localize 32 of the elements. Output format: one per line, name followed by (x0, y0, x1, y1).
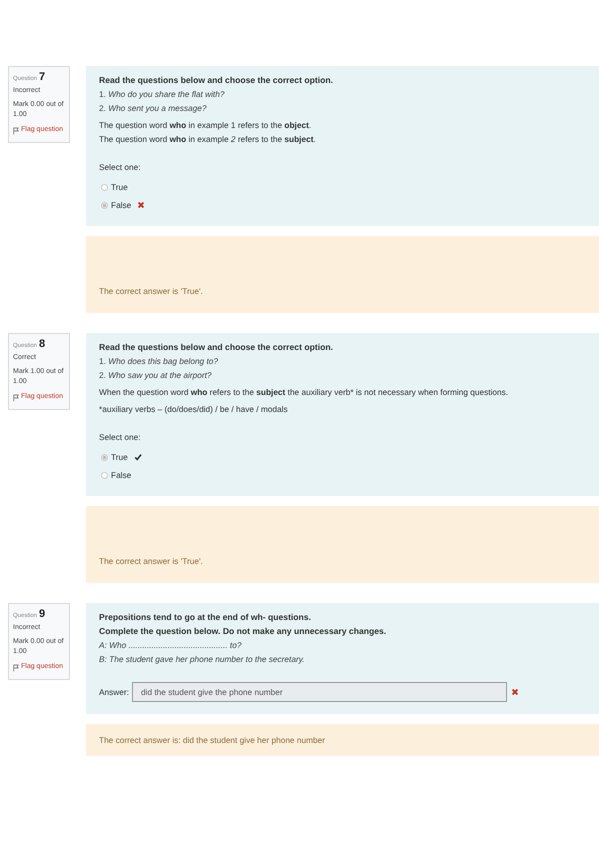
radio-button[interactable] (101, 472, 108, 478)
answer-label: Answer: (99, 687, 129, 697)
question-text: The question word who in example 1 refers to the object. (99, 120, 312, 130)
option-label: True (111, 452, 128, 462)
question-text: Read the questions below and choose the correct option. (99, 75, 334, 85)
question-text: A: Who ........................................... to? (99, 640, 242, 650)
flag-icon[interactable] (13, 126, 19, 135)
correct-answer-text: The correct answer is 'True'. (99, 286, 204, 296)
question-text: The question word who in example 2 refers to the subject. (99, 134, 317, 144)
radio-button[interactable] (101, 184, 108, 190)
option-label: False (111, 470, 132, 480)
flag-icon[interactable] (13, 664, 19, 672)
question-text: 2. Who sent you a message? (99, 103, 208, 113)
radio-button[interactable] (101, 454, 108, 460)
correct-answer-text: The correct answer is 'True'. (99, 556, 204, 566)
option-label: True (111, 182, 128, 192)
question-text: *auxiliary verbs – (do/does/did) / be / have / modals (99, 404, 289, 414)
question-text: When the question word who refers to the subject the auxiliary verb* is not necessary when forming questions. (99, 387, 510, 397)
question-text: Read the questions below and choose the correct option. (99, 342, 334, 352)
question-text: Prepositions tend to go at the end of wh- questions. (99, 612, 312, 622)
correct-answer-text: The correct answer is: did the student give her phone number (99, 735, 326, 745)
question-text: 1. Who do you share the flat with? (99, 89, 226, 99)
select-one-label: Select one: (99, 432, 142, 442)
flag-icon[interactable] (13, 394, 19, 402)
option-label: False (111, 200, 132, 210)
question-text: B: The student gave her phone number to the secretary. (99, 654, 306, 664)
question-text: Complete the question below. Do not make any unnecessary changes. (99, 626, 388, 636)
answer-field[interactable]: did the student give the phone number (132, 682, 507, 702)
radio-button[interactable] (101, 202, 108, 208)
question-text: 2. Who saw you at the airport? (99, 370, 213, 380)
question-text: 1. Who does this bag belong to? (99, 356, 220, 366)
select-one-label: Select one: (99, 162, 142, 172)
